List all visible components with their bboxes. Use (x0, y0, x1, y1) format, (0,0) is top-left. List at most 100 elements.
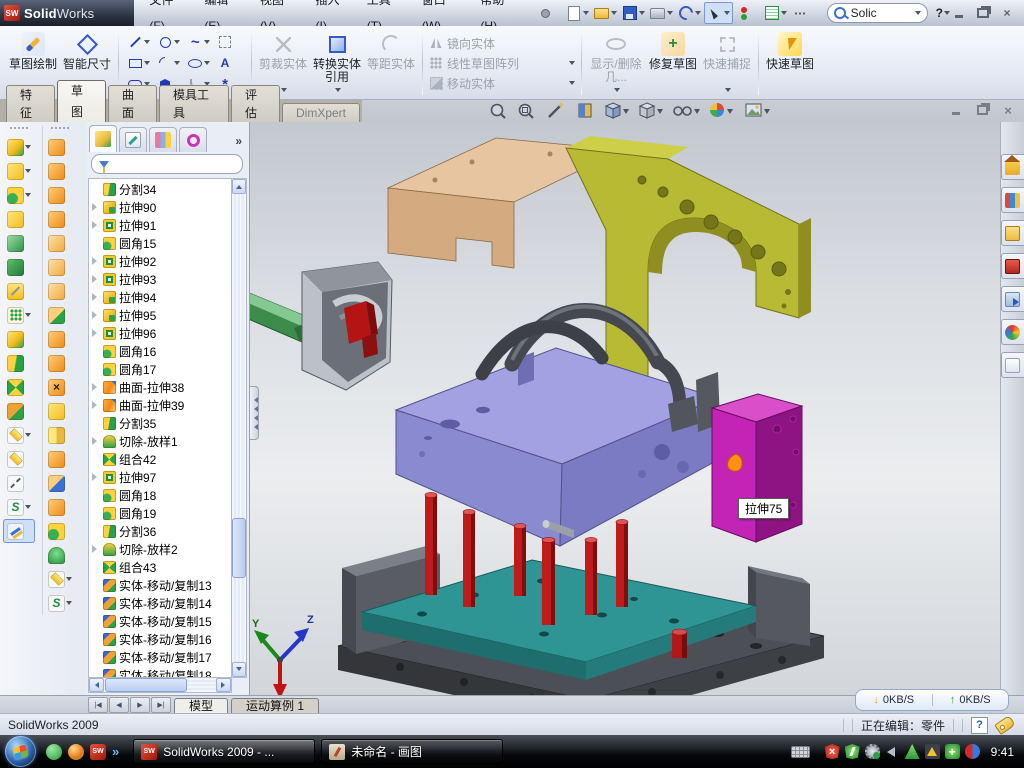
expand-arrow-icon[interactable] (92, 473, 100, 481)
tree-item[interactable]: 拉伸96 (92, 324, 231, 342)
first-tab-button[interactable]: |◀ (88, 697, 108, 713)
hole-wizard-icon[interactable] (3, 279, 35, 303)
new-document-icon[interactable] (564, 3, 591, 23)
pattern-dropdown-icon[interactable] (569, 61, 575, 68)
linear-pattern-icon[interactable] (3, 303, 35, 327)
fillet-icon[interactable] (3, 183, 35, 207)
toolbar-grip[interactable] (50, 126, 70, 130)
plane-icon[interactable] (3, 447, 35, 471)
fillet-surface-icon[interactable] (44, 519, 76, 543)
tree-item[interactable]: 实体-移动/复制14 (92, 594, 231, 612)
tree-item[interactable]: 实体-移动/复制16 (92, 630, 231, 648)
pin-icon[interactable] (536, 3, 563, 23)
undo-icon[interactable] (676, 3, 703, 23)
command-manager-tab[interactable]: DimXpert (282, 103, 360, 122)
reference-geometry-icon[interactable] (3, 423, 35, 447)
filled-surface-icon[interactable] (44, 231, 76, 255)
expand-arrow-icon[interactable] (92, 545, 100, 553)
circle-icon[interactable] (155, 32, 185, 53)
expand-arrow-icon[interactable] (92, 221, 100, 229)
model-extrude75-block[interactable] (712, 394, 802, 542)
spline-icon[interactable]: ~ (185, 32, 215, 53)
radiate-surface-icon[interactable] (44, 351, 76, 375)
repair-sketch-button[interactable]: 修复草图 (646, 29, 700, 97)
taskbar-clock[interactable]: 9:41 (991, 745, 1014, 759)
dimxpertmanager-tab[interactable] (179, 127, 207, 152)
document-minimize-button[interactable] (948, 103, 964, 117)
update-icon[interactable] (865, 744, 880, 759)
thicken-icon[interactable] (44, 495, 76, 519)
help-button[interactable]: ? (936, 6, 943, 20)
command-manager-tab[interactable]: 草图 (57, 80, 106, 123)
tag-icon[interactable] (994, 715, 1016, 735)
security-shield-icon[interactable] (845, 744, 860, 759)
combine-bodies-icon[interactable] (3, 375, 35, 399)
sync-icon[interactable] (965, 744, 980, 759)
extruded-boss-icon[interactable] (3, 135, 35, 159)
keyboard-icon[interactable] (791, 746, 810, 758)
tree-item[interactable]: 圆角15 (92, 234, 231, 252)
network-icon[interactable] (905, 744, 920, 759)
appearances-icon[interactable] (1001, 319, 1024, 345)
tree-item[interactable]: 拉伸94 (92, 288, 231, 306)
tree-item[interactable]: 圆角16 (92, 342, 231, 360)
tree-item[interactable]: 组合42 (92, 450, 231, 468)
tree-item[interactable]: 曲面-拉伸39 (92, 396, 231, 414)
health-shield-icon[interactable] (945, 744, 960, 759)
tree-item[interactable]: 拉伸92 (92, 252, 231, 270)
document-close-button[interactable]: × (1000, 103, 1016, 117)
extruded-cut-icon[interactable] (3, 159, 35, 183)
knit-surface-icon[interactable] (44, 327, 76, 351)
solidworks-resources-icon[interactable] (1001, 253, 1024, 279)
expand-arrow-icon[interactable] (92, 275, 100, 283)
command-manager-tab[interactable]: 曲面 (108, 85, 157, 122)
scroll-down-icon[interactable] (232, 662, 246, 677)
zoom-area-icon[interactable] (520, 105, 534, 119)
propertymanager-tab[interactable] (119, 127, 147, 152)
tree-horizontal-scrollbar[interactable] (88, 677, 232, 693)
lofted-boss-icon[interactable] (3, 231, 35, 255)
tree-item[interactable]: 实体-移动/复制13 (92, 576, 231, 594)
tree-item[interactable]: 分割36 (92, 522, 231, 540)
appearances-icon[interactable] (710, 103, 733, 117)
arc-icon[interactable] (155, 53, 185, 74)
mid-surface-icon[interactable] (44, 423, 76, 447)
next-tab-button[interactable]: ▶ (130, 697, 150, 713)
start-button[interactable] (5, 736, 36, 767)
dome-icon[interactable] (44, 543, 76, 567)
untrim-surface-icon[interactable] (44, 399, 76, 423)
solidworks-launcher-icon[interactable]: SW (90, 744, 106, 760)
tree-item[interactable]: 拉伸97 (92, 468, 231, 486)
tree-item[interactable]: 切除-放样1 (92, 432, 231, 450)
messenger-icon[interactable] (46, 744, 62, 760)
model-tab[interactable]: 模型 (174, 698, 228, 714)
boundary-surface-icon[interactable] (44, 183, 76, 207)
document-restore-button[interactable] (974, 103, 990, 117)
expand-arrow-icon[interactable] (92, 329, 100, 337)
quick-tips-button[interactable]: ? (971, 717, 988, 734)
instant3d-icon[interactable] (3, 519, 35, 543)
tree-item[interactable]: 拉伸93 (92, 270, 231, 288)
sketch-text-icon[interactable]: A (215, 53, 245, 74)
search-dropdown-icon[interactable] (915, 11, 921, 18)
linear-sketch-pattern-button[interactable]: 线性草图阵列 (427, 54, 577, 72)
zoom-fit-icon[interactable] (492, 105, 506, 119)
move-copy-bodies-icon[interactable] (3, 399, 35, 423)
panel-splitter[interactable] (250, 386, 259, 440)
display-delete-relations-button[interactable]: 显示/删除几... (586, 29, 646, 97)
swept-surface-icon[interactable] (44, 135, 76, 159)
revolved-surface-icon[interactable] (44, 159, 76, 183)
hide-show-items-icon[interactable] (674, 107, 700, 115)
tree-item[interactable]: 实体-移动/复制15 (92, 612, 231, 630)
panel-tabs-overflow-icon[interactable]: » (235, 134, 247, 152)
tree-vertical-scrollbar[interactable] (231, 178, 247, 678)
trim-surface-icon[interactable] (44, 471, 76, 495)
expand-arrow-icon[interactable] (92, 257, 100, 265)
convert-entities-button[interactable]: 转换实体引用 (310, 29, 364, 97)
display-style-icon[interactable] (640, 103, 663, 118)
selection-filter-icon[interactable] (734, 3, 761, 23)
last-tab-button[interactable]: ▶| (151, 697, 171, 713)
prev-tab-button[interactable]: ◀ (109, 697, 129, 713)
lofted-surface-icon[interactable] (44, 207, 76, 231)
ruled-surface-icon[interactable] (44, 447, 76, 471)
